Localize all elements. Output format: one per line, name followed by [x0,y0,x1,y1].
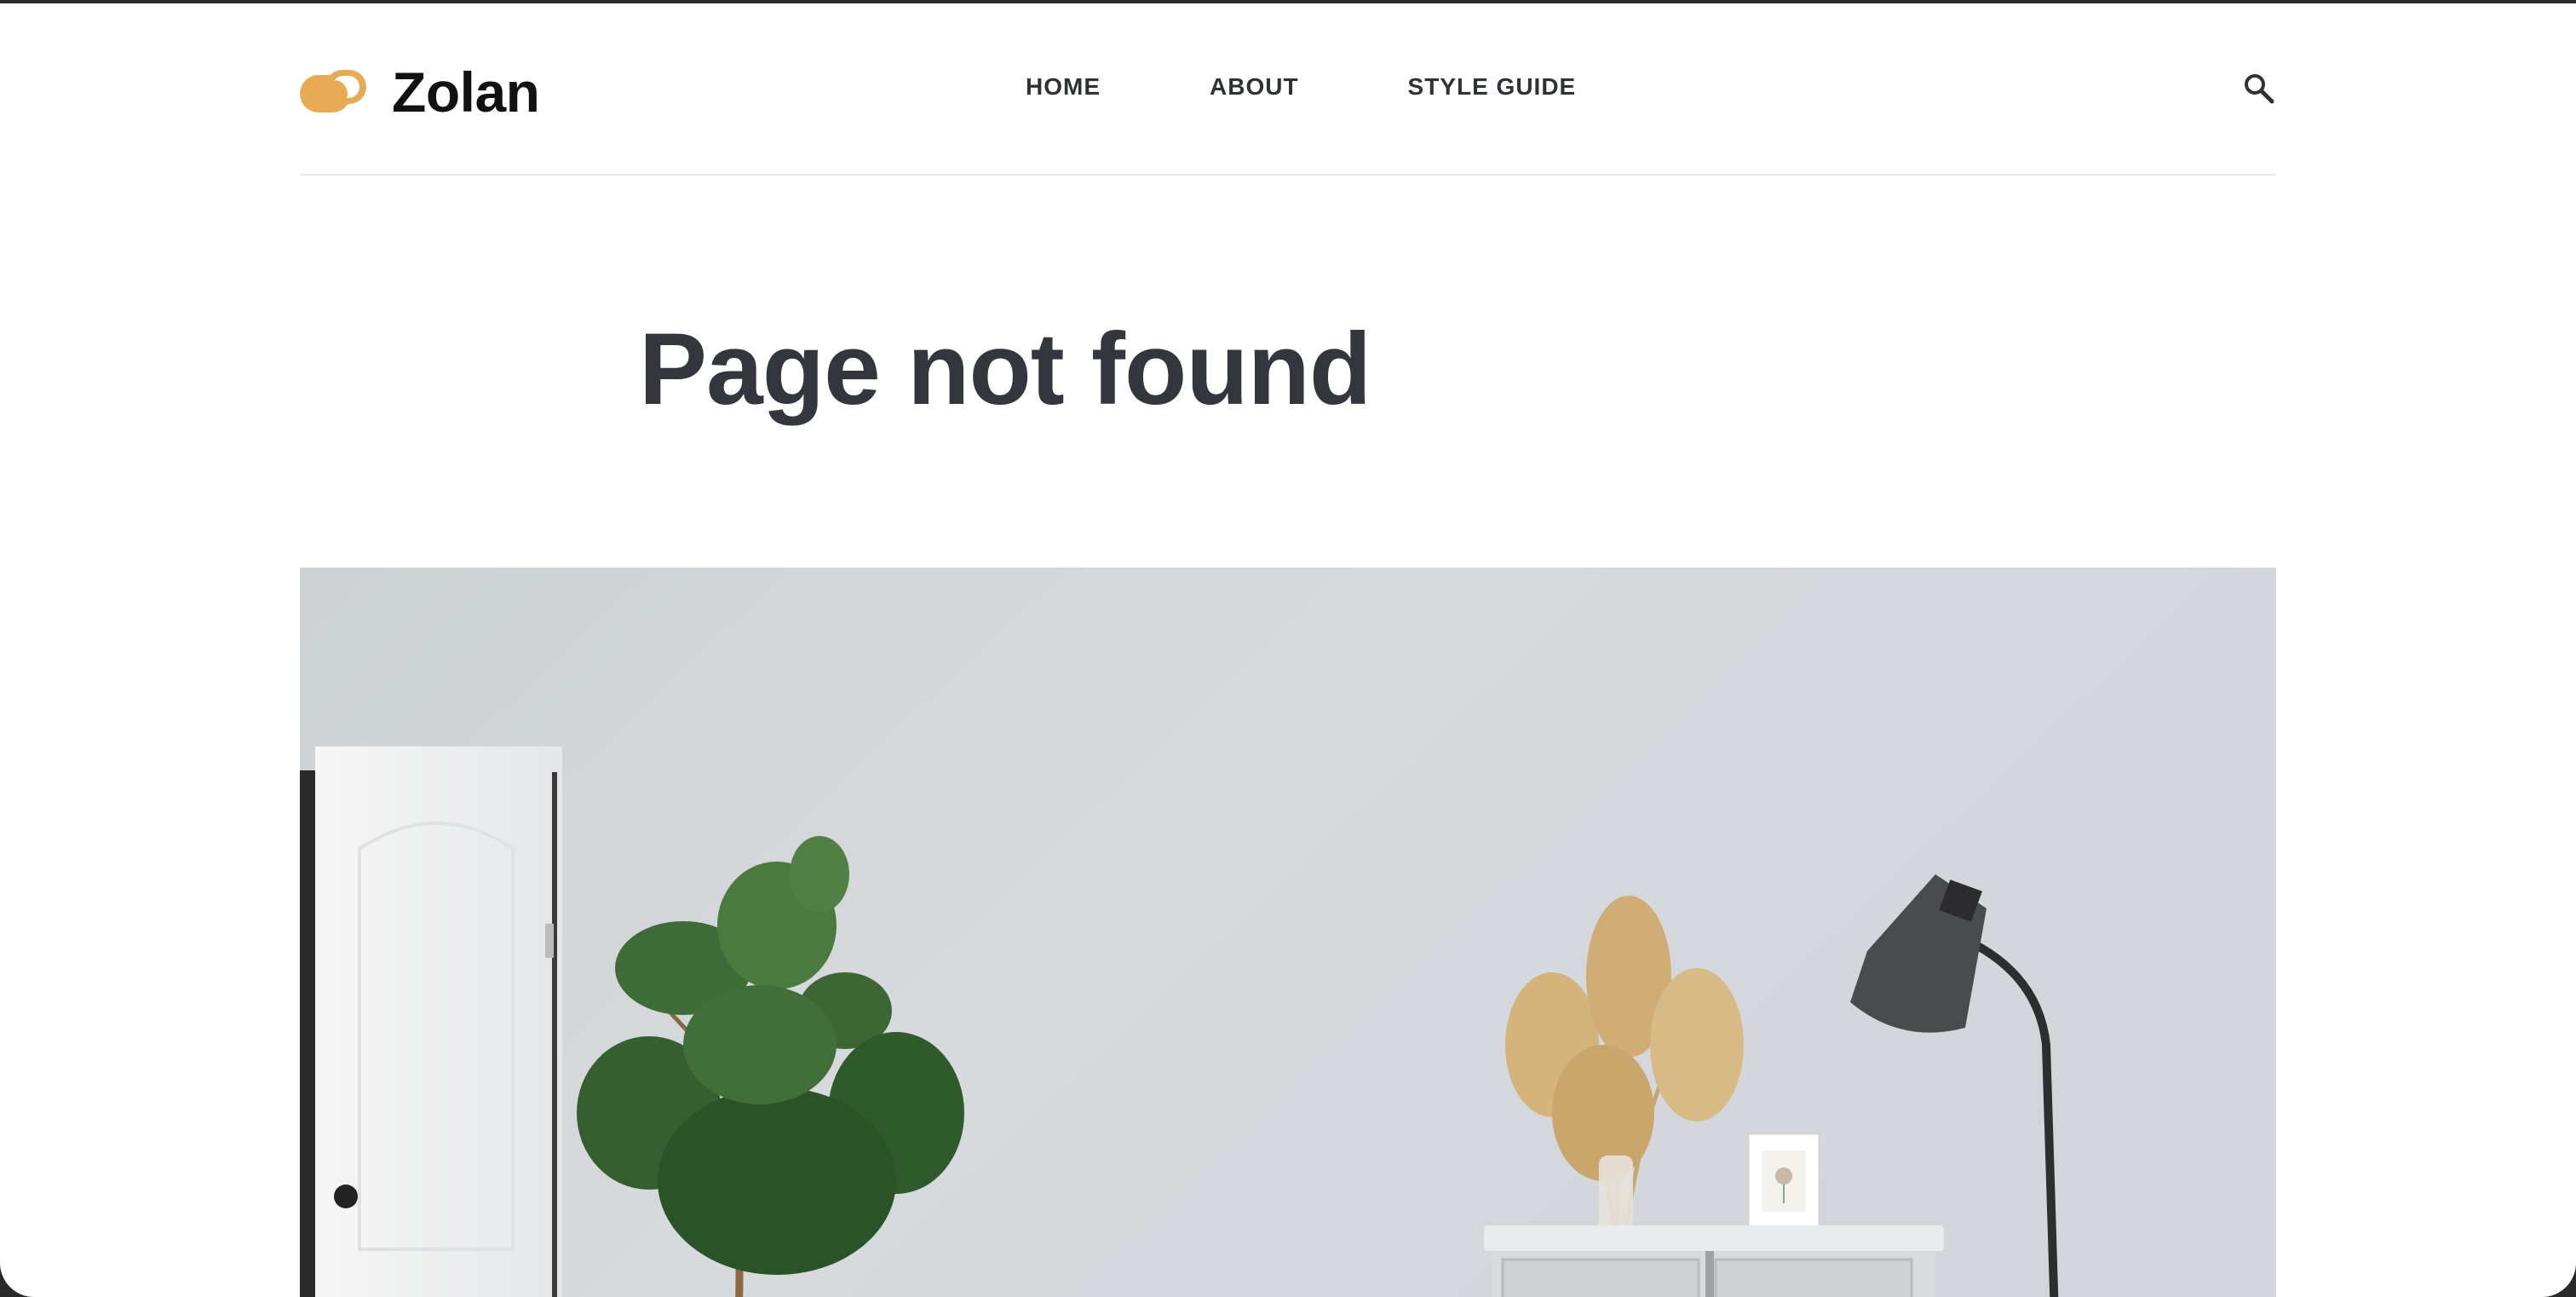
search-icon[interactable] [2242,72,2276,106]
page-title: Page not found [639,312,1371,426]
sideboard [1484,1225,1944,1297]
nav-item-about[interactable]: ABOUT [1210,73,1299,101]
site-name: Zolan [392,61,540,124]
logo-icon [300,68,368,116]
site-logo-link[interactable]: Zolan [300,60,540,124]
browser-viewport: Zolan HOME ABOUT STYLE GUIDE Page not fo… [0,3,2576,1297]
door [300,746,562,1297]
nav-item-home[interactable]: HOME [1026,73,1101,101]
main-nav: HOME ABOUT STYLE GUIDE [1026,73,1576,101]
nav-item-style-guide[interactable]: STYLE GUIDE [1408,73,1577,101]
picture-frame [1746,1132,1821,1231]
site-header: Zolan HOME ABOUT STYLE GUIDE [300,3,2276,176]
hero-image [300,568,2276,1297]
